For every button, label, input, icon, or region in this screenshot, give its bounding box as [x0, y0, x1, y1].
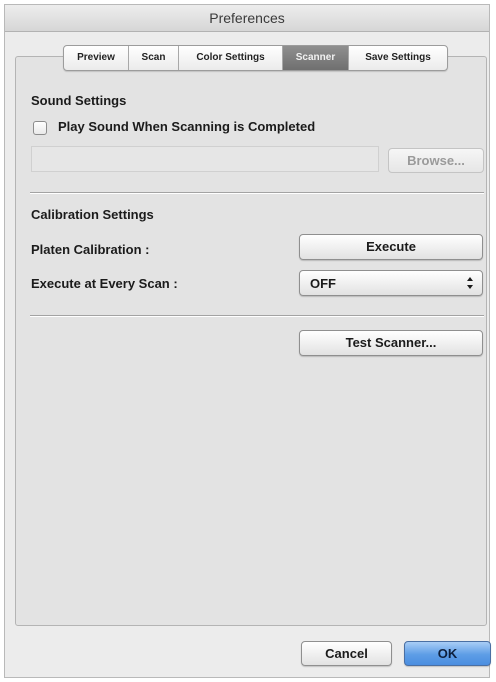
cancel-button[interactable]: Cancel [301, 641, 392, 666]
divider [30, 315, 484, 317]
execute-every-scan-value: OFF [310, 276, 336, 291]
play-sound-checkbox[interactable] [33, 121, 47, 135]
tab-bar: Preview Scan Color Settings Scanner Save… [63, 45, 448, 71]
play-sound-label[interactable]: Play Sound When Scanning is Completed [58, 119, 315, 134]
execute-calibration-button[interactable]: Execute [299, 234, 483, 260]
calibration-settings-heading: Calibration Settings [31, 207, 154, 222]
execute-every-scan-select[interactable]: OFF [299, 270, 483, 296]
tab-preview[interactable]: Preview [64, 46, 129, 70]
execute-every-scan-label: Execute at Every Scan : [31, 276, 178, 291]
tab-scan[interactable]: Scan [129, 46, 179, 70]
tab-color-settings[interactable]: Color Settings [179, 46, 283, 70]
test-scanner-button[interactable]: Test Scanner... [299, 330, 483, 356]
sound-settings-heading: Sound Settings [31, 93, 127, 108]
ok-button[interactable]: OK [404, 641, 491, 666]
tab-scanner[interactable]: Scanner [283, 46, 349, 70]
sound-file-field[interactable] [31, 146, 379, 172]
divider [30, 192, 484, 194]
preferences-window: Preferences Preview Scan Color Settings … [4, 4, 491, 678]
updown-arrows-icon [467, 277, 473, 289]
browse-button[interactable]: Browse... [388, 148, 484, 173]
tab-save-settings[interactable]: Save Settings [349, 46, 447, 70]
window-title: Preferences [5, 5, 489, 32]
platen-calibration-label: Platen Calibration : [31, 242, 150, 257]
